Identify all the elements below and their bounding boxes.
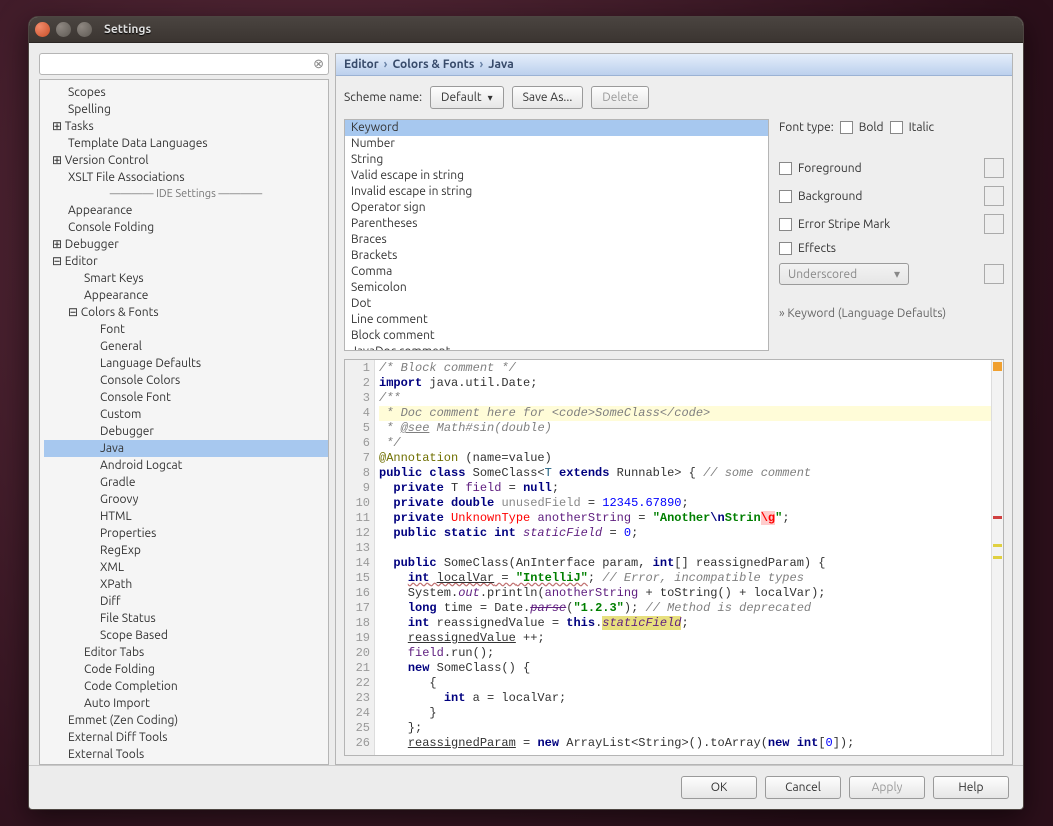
element-list-item[interactable]: Comma [345, 264, 768, 280]
tree-item[interactable]: ⊞ Tasks [44, 118, 328, 135]
element-list-item[interactable]: Invalid escape in string [345, 184, 768, 200]
chevron-right-icon: › [384, 58, 388, 71]
scheme-dropdown[interactable]: Default [430, 86, 504, 109]
tree-item[interactable]: Properties [44, 525, 328, 542]
element-list-item[interactable]: Dot [345, 296, 768, 312]
clear-search-icon[interactable]: ⊗ [313, 57, 324, 72]
foreground-swatch[interactable] [984, 158, 1004, 178]
tree-item[interactable]: XML [44, 559, 328, 576]
tree-item[interactable]: Gradle [44, 474, 328, 491]
element-list-item[interactable]: String [345, 152, 768, 168]
foreground-checkbox[interactable] [779, 162, 792, 175]
tree-item[interactable]: External Tools [44, 746, 328, 763]
apply-button: Apply [849, 776, 925, 799]
tree-separator: ———— IDE Settings ———— [44, 188, 328, 200]
tree-item[interactable]: Diff [44, 593, 328, 610]
chevron-right-icon: › [479, 58, 483, 71]
color-preview[interactable]: 1234567891011121314151617181920212223242… [344, 359, 1004, 756]
tree-item[interactable]: Emmet (Zen Coding) [44, 712, 328, 729]
tree-item[interactable]: Auto Import [44, 695, 328, 712]
effects-checkbox[interactable] [779, 242, 792, 255]
help-button[interactable]: Help [933, 776, 1009, 799]
element-list[interactable]: KeywordNumberStringValid escape in strin… [344, 119, 769, 351]
tree-item[interactable]: Scopes [44, 84, 328, 101]
element-properties: Font type: Bold Italic Foreground [779, 119, 1004, 351]
close-icon[interactable] [35, 22, 50, 37]
tree-item[interactable]: Android Logcat [44, 457, 328, 474]
effects-dropdown: Underscored▾ [779, 263, 909, 285]
element-list-item[interactable]: JavaDoc comment [345, 344, 768, 351]
background-checkbox[interactable] [779, 190, 792, 203]
tree-item[interactable]: Font [44, 321, 328, 338]
tree-item[interactable]: Custom [44, 406, 328, 423]
element-list-item[interactable]: Operator sign [345, 200, 768, 216]
tree-item[interactable]: RegExp [44, 542, 328, 559]
element-list-item[interactable]: Block comment [345, 328, 768, 344]
ok-button[interactable]: OK [681, 776, 757, 799]
italic-checkbox[interactable] [890, 121, 903, 134]
inherit-link[interactable]: » Keyword (Language Defaults) [779, 307, 1004, 320]
tree-item[interactable]: File Status [44, 610, 328, 627]
element-list-item[interactable]: Keyword [345, 120, 768, 136]
error-stripe-checkbox[interactable] [779, 218, 792, 231]
settings-search[interactable]: ⊗ [39, 53, 329, 75]
bold-checkbox[interactable] [840, 121, 853, 134]
breadcrumb-item[interactable]: Java [488, 58, 513, 71]
tree-item[interactable]: Spelling [44, 101, 328, 118]
tree-item[interactable]: Editor Tabs [44, 644, 328, 661]
delete-button: Delete [591, 86, 649, 109]
tree-item[interactable]: Code Completion [44, 678, 328, 695]
settings-window: Settings ⊗ ScopesSpelling⊞ TasksTemplate… [28, 16, 1024, 810]
breadcrumb-item[interactable]: Colors & Fonts [392, 58, 474, 71]
tree-item[interactable]: Console Font [44, 389, 328, 406]
breadcrumb: Editor › Colors & Fonts › Java [336, 54, 1012, 76]
tree-item[interactable]: Console Colors [44, 372, 328, 389]
scheme-name-label: Scheme name: [344, 91, 422, 104]
element-list-item[interactable]: Braces [345, 232, 768, 248]
settings-tree[interactable]: ScopesSpelling⊞ TasksTemplate Data Langu… [39, 79, 329, 765]
titlebar[interactable]: Settings [29, 17, 1023, 43]
tree-item[interactable]: XSLT File Associations [44, 169, 328, 186]
tree-item[interactable]: Appearance [44, 202, 328, 219]
tree-item[interactable]: Java [44, 440, 328, 457]
element-list-item[interactable]: Semicolon [345, 280, 768, 296]
tree-item[interactable]: HTML [44, 508, 328, 525]
tree-item[interactable]: Groovy [44, 491, 328, 508]
background-swatch[interactable] [984, 186, 1004, 206]
dialog-footer: OK Cancel Apply Help [29, 765, 1023, 809]
window-title: Settings [104, 23, 151, 36]
element-list-item[interactable]: Parentheses [345, 216, 768, 232]
tree-item[interactable]: ⊟ Colors & Fonts [44, 304, 328, 321]
tree-item[interactable]: Appearance [44, 287, 328, 304]
effects-swatch[interactable] [984, 264, 1004, 284]
font-type-label: Font type: [779, 121, 834, 134]
element-list-item[interactable]: Brackets [345, 248, 768, 264]
tree-item[interactable]: ⊟ Editor [44, 253, 328, 270]
search-input[interactable] [44, 57, 313, 71]
tree-item[interactable]: General [44, 338, 328, 355]
element-list-item[interactable]: Number [345, 136, 768, 152]
tree-item[interactable]: Console Folding [44, 219, 328, 236]
save-as-button[interactable]: Save As... [512, 86, 584, 109]
tree-item[interactable]: Language Defaults [44, 355, 328, 372]
tree-item[interactable]: Template Data Languages [44, 135, 328, 152]
element-list-item[interactable]: Valid escape in string [345, 168, 768, 184]
tree-item[interactable]: Debugger [44, 423, 328, 440]
tree-item[interactable]: Code Folding [44, 661, 328, 678]
tree-item[interactable]: XPath [44, 576, 328, 593]
cancel-button[interactable]: Cancel [765, 776, 841, 799]
element-list-item[interactable]: Line comment [345, 312, 768, 328]
error-stripe-swatch[interactable] [984, 214, 1004, 234]
error-stripe[interactable] [991, 360, 1003, 755]
tree-item[interactable]: External Diff Tools [44, 729, 328, 746]
tree-item[interactable]: Smart Keys [44, 270, 328, 287]
tree-item[interactable]: ⊞ Debugger [44, 236, 328, 253]
maximize-icon[interactable] [77, 22, 92, 37]
breadcrumb-item[interactable]: Editor [344, 58, 379, 71]
tree-item[interactable]: ⊞ Version Control [44, 152, 328, 169]
minimize-icon[interactable] [56, 22, 71, 37]
tree-item[interactable]: Scope Based [44, 627, 328, 644]
